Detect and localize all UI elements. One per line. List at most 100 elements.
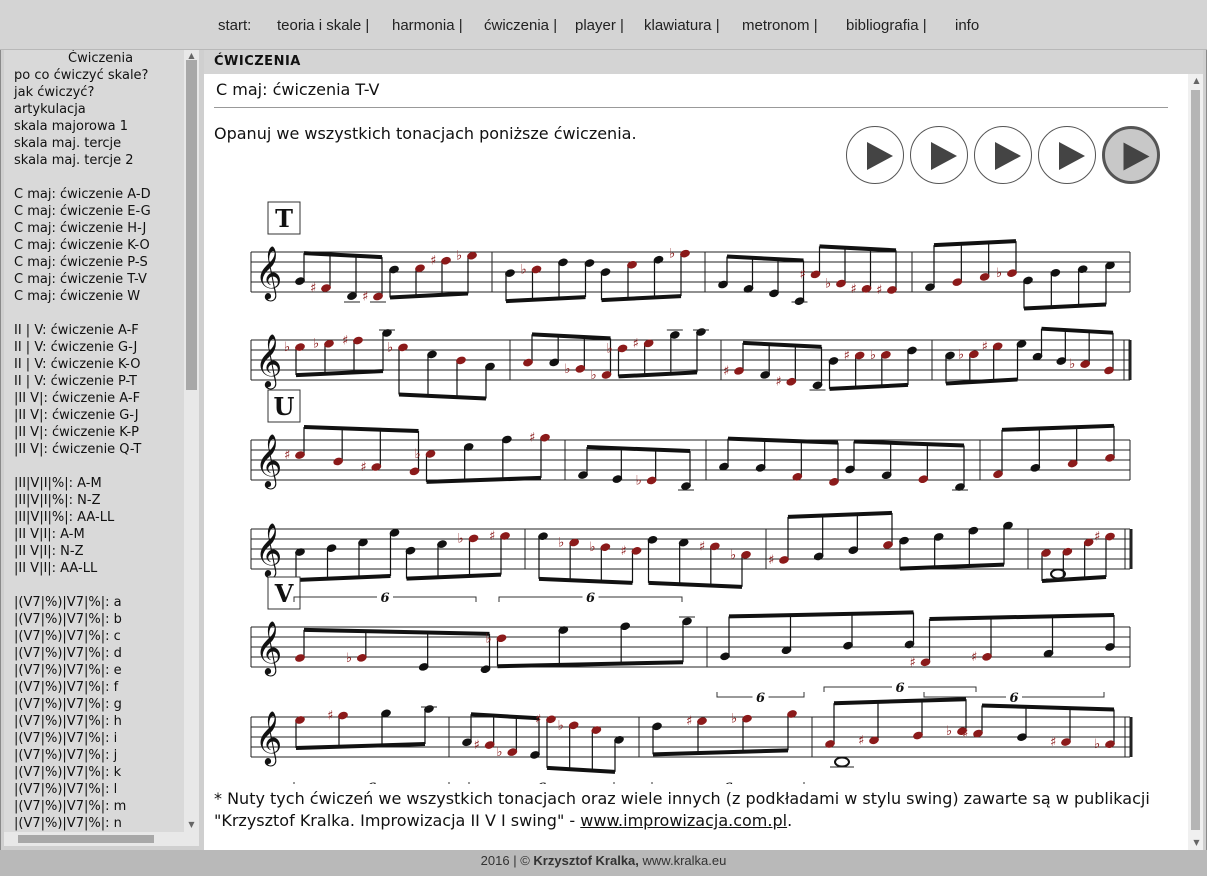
sidebar-item[interactable]: artykulacja xyxy=(14,101,86,118)
note-beam xyxy=(295,369,384,378)
accidental-sign: ♭ xyxy=(1069,357,1075,372)
sidebar-item[interactable]: |II|V|I|%|: AA-LL xyxy=(14,509,114,526)
sidebar-item[interactable]: |II V|: ćwiczenie G-J xyxy=(14,407,139,424)
footnote-end: . xyxy=(787,811,793,830)
sidebar-horizontal-scrollbar-thumb[interactable] xyxy=(18,835,154,843)
accidental-sign: ♯ xyxy=(1050,735,1056,750)
note-beam xyxy=(470,712,540,721)
note-beam xyxy=(929,612,1115,621)
nav-teoria-i-skale[interactable]: teoria i skale | xyxy=(277,17,369,34)
treble-clef-icon: 𝄞 xyxy=(255,710,282,766)
note-beam xyxy=(728,610,914,619)
sidebar-item[interactable]: II | V: ćwiczenie P-T xyxy=(14,373,137,390)
main-scrollbar-thumb[interactable] xyxy=(1191,90,1200,830)
nav-klawiatura[interactable]: klawiatura | xyxy=(644,17,720,34)
sidebar-item[interactable]: C maj: ćwiczenie T-V xyxy=(14,271,147,288)
sidebar-item[interactable]: jak ćwiczyć? xyxy=(14,84,94,101)
sidebar-item[interactable]: |(V7|%)|V7|%|: f xyxy=(14,679,118,696)
sidebar-item[interactable]: |II|V|I|%|: A-M xyxy=(14,475,102,492)
note-beam xyxy=(833,697,967,706)
sidebar-item[interactable]: |II V|: ćwiczenie A-F xyxy=(14,390,140,407)
accidental-sign: ♯ xyxy=(723,364,729,379)
sidebar-item[interactable]: |(V7|%)|V7|%|: l xyxy=(14,781,117,798)
note-beam xyxy=(497,660,684,669)
sidebar-item[interactable]: |II V|: ćwiczenie Q-T xyxy=(14,441,141,458)
accidental-sign: ♯ xyxy=(284,448,290,463)
sidebar-item[interactable]: |II V|I|: AA-LL xyxy=(14,560,97,577)
nav-player[interactable]: player | xyxy=(575,17,624,34)
sidebar-item[interactable]: |II V|: ćwiczenie K-P xyxy=(14,424,139,441)
sidebar-item[interactable]: skala maj. tercje xyxy=(14,135,121,152)
sidebar-item[interactable]: II | V: ćwiczenie K-O xyxy=(14,356,140,373)
sidebar-item[interactable]: |(V7|%)|V7|%|: j xyxy=(14,747,117,764)
scroll-down-arrow-icon[interactable]: ▼ xyxy=(186,820,197,829)
note-beam xyxy=(546,765,616,774)
note-beam xyxy=(389,291,469,300)
note-beam xyxy=(618,370,698,379)
publication-link[interactable]: www.improwizacja.com.pl xyxy=(580,811,787,830)
page-footer: 2016 | © Krzysztof Kralka, www.kralka.eu xyxy=(0,850,1207,876)
sidebar-item[interactable]: |II|V|I|%|: N-Z xyxy=(14,492,100,509)
sidebar-item[interactable]: |(V7|%)|V7|%|: b xyxy=(14,611,122,628)
sidebar-item[interactable]: II | V: ćwiczenie G-J xyxy=(14,339,137,356)
sidebar-item[interactable]: |(V7|%)|V7|%|: d xyxy=(14,645,122,662)
sidebar-item[interactable]: skala majorowa 1 xyxy=(14,118,128,135)
accidental-sign: ♯ xyxy=(310,281,316,296)
sidebar-item[interactable]: C maj: ćwiczenie P-S xyxy=(14,254,148,271)
sidebar-item[interactable]: |(V7|%)|V7|%|: c xyxy=(14,628,121,645)
sidebar-item[interactable]: C maj: ćwiczenie W xyxy=(14,288,140,305)
accidental-sign: ♭ xyxy=(958,347,964,362)
accidental-sign: ♯ xyxy=(342,334,348,349)
sidebar-item[interactable]: |(V7|%)|V7|%|: e xyxy=(14,662,122,679)
nav-harmonia[interactable]: harmonia | xyxy=(392,17,463,34)
accidental-sign: ♯ xyxy=(535,712,541,727)
nav-metronom[interactable]: metronom | xyxy=(742,17,818,34)
nav-bibliografia[interactable]: bibliografia | xyxy=(846,17,927,34)
accidental-sign: ♭ xyxy=(387,340,393,355)
accidental-sign: ♭ xyxy=(996,266,1002,281)
sidebar-item[interactable]: po co ćwiczyć skale? xyxy=(14,67,148,84)
exercise-label: U xyxy=(274,392,295,421)
sidebar-item[interactable]: skala maj. tercje 2 xyxy=(14,152,134,169)
sidebar-item[interactable]: |(V7|%)|V7|%|: i xyxy=(14,730,117,747)
tuplet-number: 6 xyxy=(537,781,546,784)
sidebar-item[interactable]: |(V7|%)|V7|%|: g xyxy=(14,696,122,713)
sidebar-item[interactable]: |(V7|%)|V7|%|: k xyxy=(14,764,121,781)
accidental-sign: ♭ xyxy=(870,348,876,363)
accidental-sign: ♯ xyxy=(489,529,495,544)
footer-site: www.kralka.eu xyxy=(642,853,727,868)
sidebar-item[interactable]: |(V7|%)|V7|%|: n xyxy=(14,815,122,832)
sidebar-item[interactable]: |(V7|%)|V7|%|: a xyxy=(14,594,122,611)
note-beam xyxy=(303,627,490,636)
sidebar-item[interactable]: C maj: ćwiczenie K-O xyxy=(14,237,150,254)
note-beam xyxy=(652,748,789,757)
note-beam xyxy=(426,475,542,484)
sidebar-scrollbar-thumb[interactable] xyxy=(186,60,197,390)
tuplet-number: 6 xyxy=(586,591,595,606)
nav-cwiczenia[interactable]: ćwiczenia | xyxy=(484,17,557,34)
sidebar-item[interactable]: II | V: ćwiczenie A-F xyxy=(14,322,139,339)
accidental-sign: ♯ xyxy=(686,714,692,729)
accidental-sign: ♭ xyxy=(558,536,564,551)
sidebar-menu: Ćwiczenia po co ćwiczyć skale? jak ćwiczyć… xyxy=(4,50,184,846)
sidebar-item[interactable]: C maj: ćwiczenie A-D xyxy=(14,186,151,203)
sidebar-item[interactable]: |II V|I|: A-M xyxy=(14,526,85,543)
note-beam xyxy=(899,562,1005,571)
nav-info[interactable]: info xyxy=(955,17,979,34)
sidebar-heading: Ćwiczenia xyxy=(68,51,134,66)
sidebar-item[interactable]: C maj: ćwiczenie H-J xyxy=(14,220,146,237)
accidental-sign: ♭ xyxy=(558,718,564,733)
sidebar-item[interactable]: |(V7|%)|V7|%|: m xyxy=(14,798,126,815)
sidebar-item[interactable]: C maj: ćwiczenie E-G xyxy=(14,203,151,220)
sidebar-item[interactable]: |II V|I|: N-Z xyxy=(14,543,84,560)
accidental-sign: ♯ xyxy=(529,431,535,446)
accidental-sign: ♭ xyxy=(520,262,526,277)
note-beam xyxy=(648,580,743,589)
sidebar-item[interactable]: |(V7|%)|V7|%|: h xyxy=(14,713,122,730)
note-beam xyxy=(601,294,682,303)
tuplet-number: 6 xyxy=(756,691,765,706)
accidental-sign: ♯ xyxy=(362,290,368,305)
main-scroll-down-icon[interactable]: ▼ xyxy=(1191,838,1202,847)
main-scroll-up-icon[interactable]: ▲ xyxy=(1191,76,1202,85)
scroll-up-arrow-icon[interactable]: ▲ xyxy=(186,51,197,60)
